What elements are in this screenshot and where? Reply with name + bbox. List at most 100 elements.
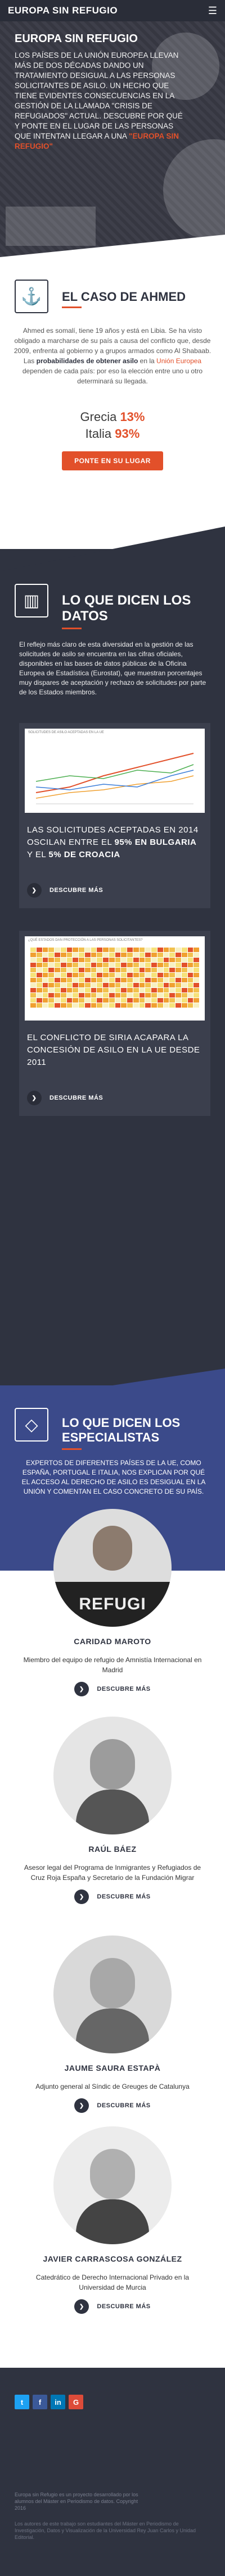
heatmap-cell <box>79 963 84 967</box>
heatmap-cell <box>181 948 187 952</box>
heatmap-cell <box>127 983 133 987</box>
heatmap-cell <box>55 983 60 987</box>
heatmap-cell <box>176 978 181 982</box>
google-plus-icon[interactable]: G <box>69 2395 83 2409</box>
heatmap-cell <box>176 983 181 987</box>
heatmap-cell <box>157 978 163 982</box>
chart-2-title: ¿QUÉ ESTADOS DAN PROTECCIÓN A LAS PERSON… <box>28 939 143 942</box>
heatmap-cell <box>163 953 169 957</box>
heatmap-cell <box>91 953 97 957</box>
prob-greece-label: Grecia <box>80 410 117 424</box>
heatmap-cell <box>133 988 139 992</box>
linkedin-icon[interactable]: in <box>51 2395 65 2409</box>
ponte-en-su-lugar-button[interactable]: PONTE EN SU LUGAR <box>62 451 163 470</box>
heatmap-cell <box>181 958 187 962</box>
heatmap-cell <box>60 983 66 987</box>
heatmap-cell <box>169 968 175 972</box>
heatmap-cell <box>133 958 139 962</box>
twitter-icon[interactable]: t <box>15 2395 29 2409</box>
heatmap-cell <box>30 948 36 952</box>
descubre-mas-button[interactable]: ❯ DESCUBRE MÁS <box>74 1682 150 1696</box>
heatmap-cell <box>115 968 121 972</box>
descubre-mas-button[interactable]: ❯ DESCUBRE MÁS <box>27 883 103 898</box>
heatmap-cell <box>157 958 163 962</box>
heatmap-cell <box>60 968 66 972</box>
eu-link[interactable]: Unión Europea <box>156 357 201 365</box>
expert-photo <box>53 1717 172 1834</box>
prob-greece-value: 13% <box>120 410 145 424</box>
heatmap-cell <box>97 953 102 957</box>
heatmap-cell <box>194 963 199 967</box>
heatmap-cell <box>91 958 97 962</box>
expert-name: CARIDAD MAROTO <box>74 1637 151 1646</box>
hamburger-icon[interactable]: ☰ <box>208 5 217 17</box>
heatmap-cell <box>66 983 73 987</box>
social-links: t f in G <box>15 2395 83 2409</box>
heatmap-cell <box>30 968 36 972</box>
heatmap-cell <box>55 1003 60 1008</box>
heatmap-cell <box>194 988 199 992</box>
heatmap-cell <box>194 998 199 1003</box>
heatmap-cell <box>79 948 84 952</box>
descubre-mas-button[interactable]: ❯ DESCUBRE MÁS <box>27 1091 103 1105</box>
heatmap-cell <box>157 948 163 952</box>
heatmap-cell <box>109 998 115 1003</box>
heatmap-cell <box>91 993 97 998</box>
chart-1-title: SOLICITUDES DE ASILO ACEPTADAS EN LA UE <box>28 731 104 734</box>
heatmap-cell <box>73 993 78 998</box>
heatmap-cell <box>151 998 157 1003</box>
descubre-mas-button[interactable]: ❯ DESCUBRE MÁS <box>74 2098 150 2113</box>
footer: t f in G Europa sin Refugio es un proyec… <box>0 2368 225 2576</box>
heatmap-cell <box>169 983 175 987</box>
facebook-icon[interactable]: f <box>33 2395 47 2409</box>
heatmap-cell <box>73 1003 78 1008</box>
ahmed-body-bold: probabilidades de obtener asilo <box>36 357 138 365</box>
heatmap-cell <box>42 963 48 967</box>
heatmap-cell <box>151 978 157 982</box>
heatmap-cell <box>121 958 127 962</box>
heatmap-cell <box>36 1003 42 1008</box>
heatmap-cell <box>79 968 84 972</box>
card-1-stat: LAS SOLICITUDES ACEPTADAS EN 2014 OSCILA… <box>27 824 202 861</box>
heatmap-cell <box>127 968 133 972</box>
heatmap-cell <box>97 988 102 992</box>
data-body: El reflejo más claro de esta diversidad … <box>19 640 206 696</box>
descubre-mas-button[interactable]: ❯ DESCUBRE MÁS <box>74 2299 150 2314</box>
heatmap-cell <box>127 998 133 1003</box>
heatmap-cell <box>55 978 60 982</box>
heatmap-cell <box>79 998 84 1003</box>
expert-name: JAUME SAURA ESTAPÀ <box>64 2063 161 2072</box>
descubre-mas-button[interactable]: ❯ DESCUBRE MÁS <box>74 1889 150 1904</box>
heatmap-cell <box>73 978 78 982</box>
heatmap-cell <box>145 1003 151 1008</box>
heatmap-cell <box>30 958 36 962</box>
heatmap-cell <box>169 988 175 992</box>
heatmap-cell <box>163 998 169 1003</box>
heatmap-cell <box>115 958 121 962</box>
heatmap-cell <box>60 988 66 992</box>
line-chart-thumbnail[interactable]: SOLICITUDES DE ASILO ACEPTADAS EN LA UE <box>25 729 205 813</box>
heatmap-cell <box>187 953 194 957</box>
heatmap-cell <box>139 978 145 982</box>
heatmap-cell <box>55 958 60 962</box>
arrow-right-icon: ❯ <box>74 2098 89 2113</box>
heatmap-cell <box>127 988 133 992</box>
heatmap-cell <box>109 978 115 982</box>
heatmap-cell <box>66 963 73 967</box>
expert-name: RAÚL BÁEZ <box>88 1845 137 1854</box>
title-underline <box>62 1448 82 1450</box>
site-logo[interactable]: EUROPA SIN REFUGIO <box>8 5 118 16</box>
expert-card: REFUGI CARIDAD MAROTO Miembro del equipo… <box>0 1509 225 1696</box>
heatmap-cell <box>169 973 175 977</box>
heatmap-cell <box>97 1003 102 1008</box>
heatmap-cell <box>42 983 48 987</box>
bar-chart-icon: ▥ <box>15 584 48 617</box>
heatmap-cell <box>145 953 151 957</box>
heatmap-cell <box>176 993 181 998</box>
heatmap-cell <box>30 963 36 967</box>
heatmap-cell <box>176 998 181 1003</box>
heatmap-thumbnail[interactable]: ¿QUÉ ESTADOS DAN PROTECCIÓN A LAS PERSON… <box>25 936 205 1021</box>
heatmap-cell <box>36 948 42 952</box>
heatmap-cell <box>66 973 73 977</box>
heatmap-cell <box>55 998 60 1003</box>
